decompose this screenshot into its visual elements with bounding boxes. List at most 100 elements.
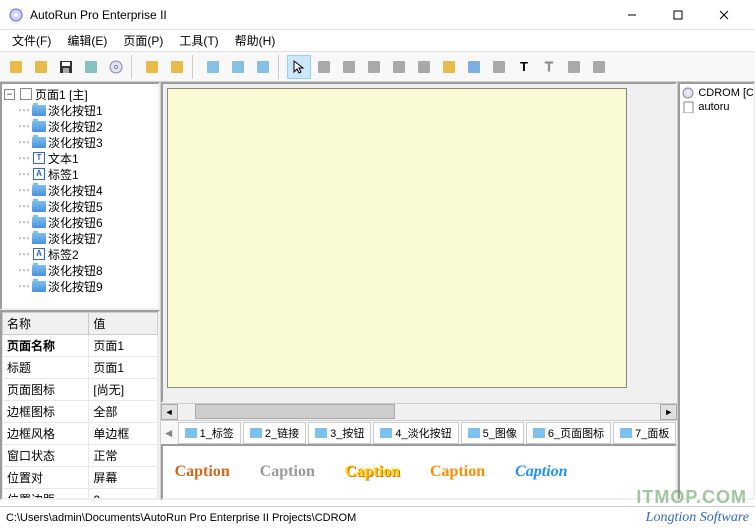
panel-icon[interactable] xyxy=(337,55,361,79)
scroll-right-arrow[interactable]: ► xyxy=(660,404,677,420)
prop-row-7[interactable]: 位置边距0 xyxy=(3,489,158,501)
prop-name: 位置边距 xyxy=(3,489,89,501)
page-icon[interactable] xyxy=(226,55,250,79)
right-item-1[interactable]: autoru xyxy=(682,100,751,114)
canvas-viewport[interactable] xyxy=(161,82,678,403)
tab-scroll-left[interactable]: ◄ xyxy=(161,426,177,440)
zoom-icon[interactable] xyxy=(79,55,103,79)
rect2-icon[interactable] xyxy=(387,55,411,79)
tree-item-label: 标签2 xyxy=(48,246,79,263)
tree-item-4[interactable]: ⋯A标签1 xyxy=(4,166,156,182)
tree-item-6[interactable]: ⋯淡化按钮5 xyxy=(4,198,156,214)
tab-label: 5_图像 xyxy=(483,425,517,441)
tree-item-5[interactable]: ⋯淡化按钮4 xyxy=(4,182,156,198)
copy-icon[interactable] xyxy=(140,55,164,79)
save-icon[interactable] xyxy=(54,55,78,79)
cd-icon[interactable] xyxy=(104,55,128,79)
paste-icon[interactable] xyxy=(165,55,189,79)
table-icon[interactable] xyxy=(312,55,336,79)
picture-icon[interactable] xyxy=(462,55,486,79)
menu-item-1[interactable]: 编辑(E) xyxy=(59,30,115,51)
component-tab-6[interactable]: 7_面板 xyxy=(613,422,676,444)
magic-wand-icon[interactable] xyxy=(4,55,28,79)
tree-item-label: 淡化按钮1 xyxy=(48,102,103,119)
tab-icon xyxy=(250,428,262,438)
rect-icon[interactable] xyxy=(362,55,386,79)
properties-grid[interactable]: 名称值页面名称页面1标题页面1页面图标[尚无]边框图标全部边框风格单边框窗口状态… xyxy=(0,310,160,500)
caption-sample-1[interactable]: Caption xyxy=(260,463,315,481)
prop-row-4[interactable]: 边框风格单边框 xyxy=(3,423,158,445)
text-icon[interactable]: T xyxy=(512,55,536,79)
tree-item-7[interactable]: ⋯淡化按钮6 xyxy=(4,214,156,230)
image-icon[interactable] xyxy=(412,55,436,79)
tree-root-label: 页面1 [主] xyxy=(35,86,88,103)
tree-item-2[interactable]: ⋯淡化按钮3 xyxy=(4,134,156,150)
menu-item-0[interactable]: 文件(F) xyxy=(4,30,59,51)
minimize-button[interactable] xyxy=(609,0,655,30)
caption-gallery[interactable]: Caption Caption Caption Caption Caption xyxy=(161,444,678,500)
prop-header[interactable]: 名称 xyxy=(3,313,89,335)
new-page-icon[interactable] xyxy=(201,55,225,79)
tree-item-label: 淡化按钮7 xyxy=(48,230,103,247)
horizontal-scrollbar[interactable]: ◄ ► xyxy=(161,403,678,420)
tree-root[interactable]: − 页面1 [主] xyxy=(4,86,156,102)
titlebar: AutoRun Pro Enterprise II xyxy=(0,0,755,30)
close-button[interactable] xyxy=(701,0,747,30)
component-tab-3[interactable]: 4_淡化按钮 xyxy=(373,422,458,444)
prop-row-1[interactable]: 标题页面1 xyxy=(3,357,158,379)
collapse-icon[interactable]: − xyxy=(4,89,15,100)
tree-item-9[interactable]: ⋯A标签2 xyxy=(4,246,156,262)
cd-icon xyxy=(682,87,696,99)
prop-row-0[interactable]: 页面名称页面1 xyxy=(3,335,158,357)
scroll-thumb[interactable] xyxy=(195,404,395,419)
component-tab-1[interactable]: 2_链接 xyxy=(243,422,306,444)
component-tab-4[interactable]: 5_图像 xyxy=(461,422,524,444)
folder-icon xyxy=(32,185,46,196)
tree-item-3[interactable]: ⋯T文本1 xyxy=(4,150,156,166)
tree-item-0[interactable]: ⋯淡化按钮1 xyxy=(4,102,156,118)
prop-value: 正常 xyxy=(89,445,157,467)
page-canvas[interactable] xyxy=(167,88,627,388)
toolbar: TT xyxy=(0,52,755,82)
cursor-icon[interactable] xyxy=(287,55,311,79)
folder-icon xyxy=(32,217,46,228)
prop-name: 页面图标 xyxy=(3,379,89,401)
maximize-button[interactable] xyxy=(655,0,701,30)
prop-row-6[interactable]: 位置对屏幕 xyxy=(3,467,158,489)
text-outline-icon[interactable]: T xyxy=(537,55,561,79)
component-tab-2[interactable]: 3_按钮 xyxy=(308,422,371,444)
folder-icon xyxy=(32,233,46,244)
prop-row-3[interactable]: 边框图标全部 xyxy=(3,401,158,423)
frame-icon[interactable] xyxy=(487,55,511,79)
slider-icon[interactable] xyxy=(587,55,611,79)
caption-sample-0[interactable]: Caption xyxy=(175,463,230,481)
tree-item-8[interactable]: ⋯淡化按钮7 xyxy=(4,230,156,246)
object-tree[interactable]: −页面1 [主]⋯淡化按钮1⋯淡化按钮2⋯淡化按钮3⋯T文本1⋯A标签1⋯淡化按… xyxy=(0,82,160,310)
prop-row-2[interactable]: 页面图标[尚无] xyxy=(3,379,158,401)
folder-icon xyxy=(32,121,46,132)
page-search-icon[interactable] xyxy=(251,55,275,79)
component-tab-0[interactable]: 1_标签 xyxy=(178,422,241,444)
menu-item-3[interactable]: 工具(T) xyxy=(171,30,226,51)
right-item-0[interactable]: CDROM [CD- xyxy=(682,86,751,100)
gradient-icon[interactable] xyxy=(437,55,461,79)
caption-sample-4[interactable]: Caption xyxy=(515,463,567,481)
prop-name: 边框风格 xyxy=(3,423,89,445)
right-panel[interactable]: CDROM [CD-autoru xyxy=(678,82,755,500)
prop-row-5[interactable]: 窗口状态正常 xyxy=(3,445,158,467)
tree-item-10[interactable]: ⋯淡化按钮8 xyxy=(4,262,156,278)
menu-item-2[interactable]: 页面(P) xyxy=(115,30,171,51)
caption-sample-3[interactable]: Caption xyxy=(430,463,485,481)
menu-item-4[interactable]: 帮助(H) xyxy=(227,30,284,51)
tree-item-1[interactable]: ⋯淡化按钮2 xyxy=(4,118,156,134)
component-tab-5[interactable]: 6_页面图标 xyxy=(526,422,611,444)
lines-icon[interactable] xyxy=(562,55,586,79)
open-folder-icon[interactable] xyxy=(29,55,53,79)
tree-item-label: 文本1 xyxy=(48,150,79,167)
right-item-label: autoru xyxy=(698,101,729,113)
caption-sample-2[interactable]: Caption xyxy=(345,463,400,481)
tree-item-11[interactable]: ⋯淡化按钮9 xyxy=(4,278,156,294)
prop-value: 屏幕 xyxy=(89,467,157,489)
prop-header[interactable]: 值 xyxy=(89,313,157,335)
scroll-left-arrow[interactable]: ◄ xyxy=(161,404,178,420)
